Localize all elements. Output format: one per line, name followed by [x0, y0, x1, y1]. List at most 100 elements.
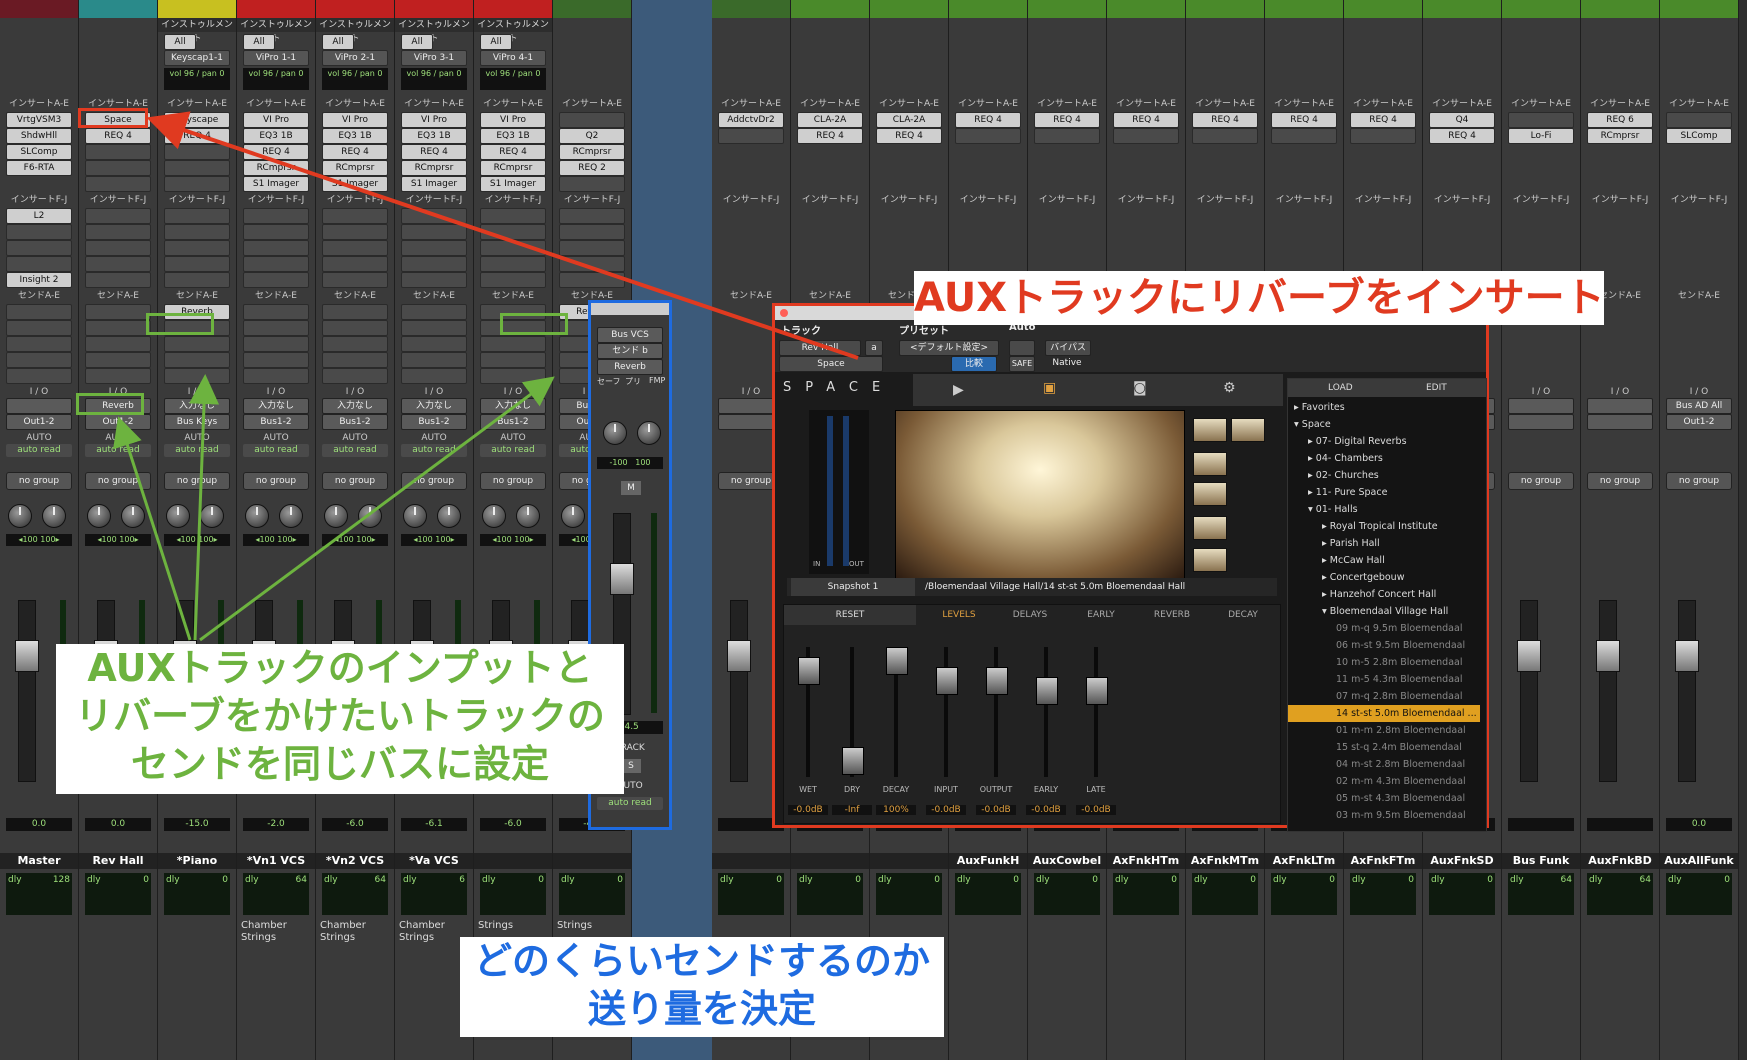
- insert-slot[interactable]: VrtgVSM3: [6, 112, 72, 128]
- browser-item[interactable]: ▸ Hanzehof Concert Hall: [1288, 586, 1480, 603]
- insert-slot[interactable]: VI Pro: [243, 112, 309, 128]
- send-slot[interactable]: [85, 320, 151, 336]
- automation-mode[interactable]: auto read: [243, 444, 309, 457]
- insert-slot[interactable]: REQ 4: [1034, 112, 1100, 128]
- insert-slot[interactable]: [559, 272, 625, 288]
- insert-slot[interactable]: [6, 240, 72, 256]
- track-name[interactable]: *Piano: [158, 853, 236, 869]
- insert-slot[interactable]: [401, 272, 467, 288]
- fader-cap[interactable]: [15, 640, 39, 672]
- parameter-tab[interactable]: EARLY: [1066, 605, 1136, 625]
- parameter-tab[interactable]: DELAYS: [995, 605, 1065, 625]
- volume-readout[interactable]: -6.0: [480, 818, 546, 831]
- pan-knob-left[interactable]: [166, 504, 190, 528]
- parameter-tab[interactable]: DECAY: [1208, 605, 1278, 625]
- instrument-output-selector[interactable]: Keyscap1-1: [164, 50, 230, 66]
- browser-item[interactable]: 10 m-5 2.8m Bloemendaal: [1288, 654, 1480, 671]
- insert-slot[interactable]: REQ 4: [85, 128, 151, 144]
- send-slot[interactable]: [322, 368, 388, 384]
- volume-readout[interactable]: -15.0: [164, 818, 230, 831]
- insert-slot[interactable]: [559, 224, 625, 240]
- track-name[interactable]: AxFnkMTm: [1186, 853, 1264, 869]
- track-name[interactable]: [870, 853, 948, 869]
- automation-button[interactable]: [1009, 340, 1035, 356]
- fader-value[interactable]: -0.0dB: [926, 805, 966, 815]
- load-button[interactable]: LOAD: [1328, 383, 1353, 393]
- group-selector[interactable]: no group: [6, 472, 72, 490]
- browser-item[interactable]: ▾ Space: [1288, 416, 1480, 433]
- browser-item[interactable]: ▸ McCaw Hall: [1288, 552, 1480, 569]
- input-selector[interactable]: 入力なし: [243, 398, 309, 414]
- track-name[interactable]: AuxFnkBD: [1581, 853, 1659, 869]
- gear-icon[interactable]: ⚙: [1223, 380, 1236, 396]
- insert-slot[interactable]: EQ3 1B: [401, 128, 467, 144]
- browser-item[interactable]: ▾ Bloemendaal Village Hall: [1288, 603, 1480, 620]
- send-slot[interactable]: [322, 352, 388, 368]
- send-slot[interactable]: [85, 336, 151, 352]
- input-all-selector[interactable]: All: [480, 34, 512, 50]
- automation-mode[interactable]: auto read: [85, 444, 151, 457]
- browser-item[interactable]: 05 m-st 4.3m Bloemendaal: [1288, 790, 1480, 807]
- camera-icon[interactable]: ◙: [1133, 380, 1147, 396]
- fader-value[interactable]: 100%: [876, 805, 916, 815]
- insert-slot[interactable]: Keyscape: [164, 112, 230, 128]
- insert-slot[interactable]: REQ 4: [797, 128, 863, 144]
- volume-readout[interactable]: 0.0: [1666, 818, 1732, 831]
- browser-item[interactable]: 03 m-m 9.5m Bloemendaal: [1288, 807, 1480, 824]
- output-selector[interactable]: Bus1-2: [401, 414, 467, 430]
- browser-item[interactable]: ▾ 01- Halls: [1288, 501, 1480, 518]
- parameter-fader[interactable]: WET -0.0dB: [788, 637, 828, 815]
- photo-thumbnail[interactable]: [1193, 516, 1227, 540]
- plugin-selector[interactable]: Space: [779, 356, 883, 372]
- insert-slot[interactable]: [243, 256, 309, 272]
- volume-readout[interactable]: [1508, 818, 1574, 831]
- input-all-selector[interactable]: All: [243, 34, 275, 50]
- volume-fader[interactable]: [1520, 600, 1538, 782]
- track-name[interactable]: AuxFunkH: [949, 853, 1027, 869]
- parameter-fader[interactable]: OUTPUT -0.0dB: [976, 637, 1016, 815]
- browser-item[interactable]: 09 m-q 9.5m Bloemendaal: [1288, 620, 1480, 637]
- insert-slot[interactable]: [85, 208, 151, 224]
- pan-knob-left[interactable]: [403, 504, 427, 528]
- track-name[interactable]: AuxCowbel: [1028, 853, 1106, 869]
- instrument-output-selector[interactable]: ViPro 1-1: [243, 50, 309, 66]
- fader-value[interactable]: -0.0dB: [976, 805, 1016, 815]
- insert-slot[interactable]: [164, 176, 230, 192]
- track-name[interactable]: AxFnkFTm: [1344, 853, 1422, 869]
- insert-slot[interactable]: [164, 160, 230, 176]
- insert-slot[interactable]: RCmprsr: [1587, 128, 1653, 144]
- browser-item[interactable]: 15 st-q 2.4m Bloemendaal: [1288, 739, 1480, 756]
- fader-cap[interactable]: [798, 657, 820, 685]
- play-icon[interactable]: ▶: [953, 382, 964, 398]
- insert-slot[interactable]: REQ 4: [1429, 128, 1495, 144]
- insert-slot[interactable]: [322, 224, 388, 240]
- pan-knob-left[interactable]: [87, 504, 111, 528]
- insert-slot[interactable]: REQ 4: [322, 144, 388, 160]
- insert-slot[interactable]: [401, 224, 467, 240]
- photo-thumbnail[interactable]: [1193, 452, 1227, 476]
- volume-readout[interactable]: -6.1: [401, 818, 467, 831]
- fader-cap[interactable]: [1517, 640, 1541, 672]
- bypass-button[interactable]: バイパス: [1045, 340, 1091, 356]
- track-name[interactable]: AxFnkLTm: [1265, 853, 1343, 869]
- track-name[interactable]: *Vn2 VCS: [316, 853, 394, 869]
- fader-cap[interactable]: [986, 667, 1008, 695]
- insert-slot[interactable]: [480, 240, 546, 256]
- insert-slot[interactable]: [164, 240, 230, 256]
- input-selector[interactable]: 入力なし: [401, 398, 467, 414]
- send-slot[interactable]: [85, 368, 151, 384]
- insert-slot[interactable]: [559, 112, 625, 128]
- insert-slot[interactable]: [1034, 128, 1100, 144]
- output-selector[interactable]: Bus Keys: [164, 414, 230, 430]
- insert-slot[interactable]: REQ 4: [955, 112, 1021, 128]
- insert-slot[interactable]: VI Pro: [401, 112, 467, 128]
- send-pan-left-knob[interactable]: [603, 421, 627, 445]
- insert-slot[interactable]: [6, 224, 72, 240]
- input-selector[interactable]: [1587, 398, 1653, 414]
- insert-slot[interactable]: EQ3 1B: [480, 128, 546, 144]
- group-selector[interactable]: no group: [401, 472, 467, 490]
- send-mute-button[interactable]: M: [621, 481, 641, 495]
- insert-slot[interactable]: [164, 224, 230, 240]
- close-icon[interactable]: [780, 309, 788, 317]
- insert-slot[interactable]: REQ 4: [401, 144, 467, 160]
